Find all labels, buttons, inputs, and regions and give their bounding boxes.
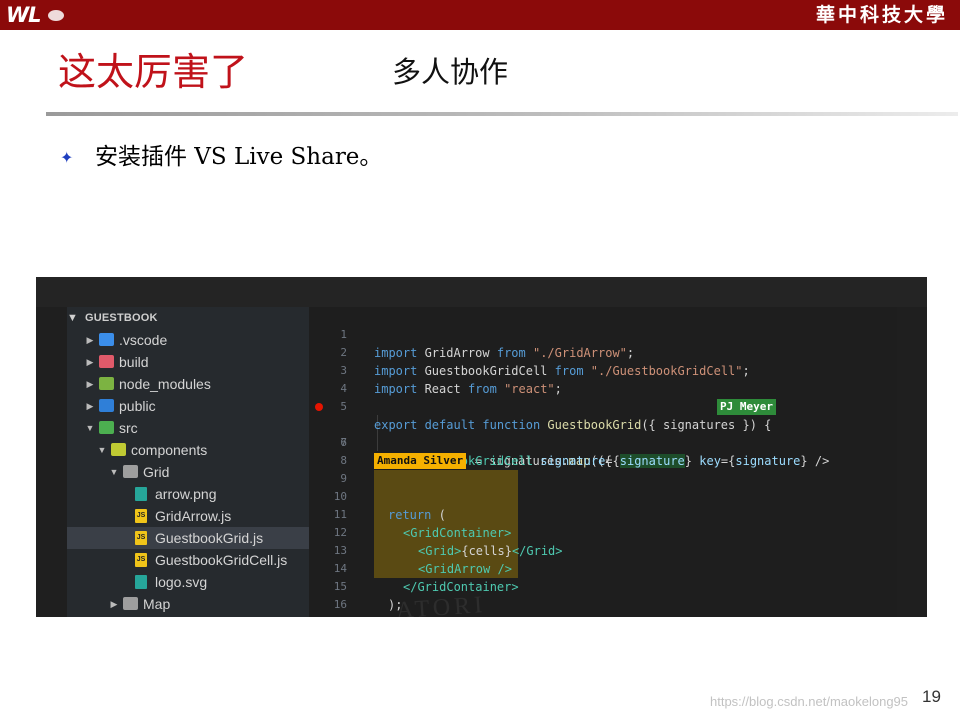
code-line: 12 <Grid>{cells}</Grid> xyxy=(333,526,563,558)
explorer-item-label: GuestbookGridCell.js xyxy=(155,552,288,568)
explorer-folder[interactable]: ▼ components xyxy=(67,439,309,461)
code-line: 8 )); xyxy=(340,454,409,486)
bullet-text: 安装插件 VS Live Share。 xyxy=(95,144,383,170)
explorer-file[interactable]: arrow.png xyxy=(67,483,309,505)
explorer-file[interactable]: JS GuestbookGridCell.js xyxy=(67,549,309,571)
explorer-item-label: components xyxy=(131,442,208,458)
source-credit: https://blog.csdn.net/maokelong95 xyxy=(710,694,909,709)
build-folder-icon xyxy=(99,355,114,368)
explorer-file[interactable]: JS GridArrow.js xyxy=(67,505,309,527)
slide-title: 这太厉害了 xyxy=(58,50,249,94)
page-number: 19 xyxy=(922,687,941,706)
university-logo: 華中科技大學 xyxy=(815,4,948,26)
presence-flag-pj-meyer: PJ Meyer xyxy=(717,399,776,415)
code-line: 11 <GridContainer> xyxy=(333,508,512,540)
code-line: 16 } xyxy=(333,598,381,617)
explorer-item-label: Map xyxy=(143,596,171,612)
svg-file-icon xyxy=(135,575,147,589)
explorer-item-label: src xyxy=(119,420,138,436)
logo-mark-icon xyxy=(48,10,64,21)
explorer-item-label: node_modules xyxy=(119,376,211,392)
chevron-down-icon[interactable]: ▼ xyxy=(109,461,119,483)
explorer-folder[interactable]: ▼ src xyxy=(67,417,309,439)
explorer-folder[interactable]: ▶ build xyxy=(67,351,309,373)
chevron-right-icon[interactable]: ▶ xyxy=(85,351,95,373)
code-line: 7 <GuestbookGridCell signature={signatur… xyxy=(340,436,830,468)
editor-title-area xyxy=(36,277,927,307)
public-folder-icon xyxy=(99,399,114,412)
chevron-down-icon[interactable]: ▼ xyxy=(85,417,95,439)
js-file-icon: JS xyxy=(135,553,147,567)
code-line: 4 xyxy=(340,382,347,395)
code-line: 13 <GridArrow /> xyxy=(333,544,512,576)
presence-flag-amanda-silver: Amanda Silver xyxy=(374,453,467,469)
code-editor[interactable]: 1 import GridArrow from "./GridArrow"; 2… xyxy=(309,307,897,617)
node-folder-icon xyxy=(99,377,114,390)
image-file-icon xyxy=(135,487,147,501)
explorer-item-label: build xyxy=(119,354,149,370)
code-line: 2 import GuestbookGridCell from "./Guest… xyxy=(340,346,750,378)
top-banner: WL 華中科技大學 xyxy=(0,0,960,30)
explorer-sidebar: ▼ GUESTBOOK ▶ .vscode ▶ build ▶ node_modules ▶… xyxy=(67,307,309,617)
chevron-right-icon[interactable]: ▶ xyxy=(85,373,95,395)
js-file-icon: JS xyxy=(135,509,147,523)
vscode-screenshot: ▼ GUESTBOOK ▶ .vscode ▶ build ▶ node_modules ▶… xyxy=(36,277,927,617)
explorer-item-label: logo.svg xyxy=(155,574,208,590)
code-line: 3 import React from "react"; xyxy=(340,364,562,396)
explorer-folder[interactable]: ▼ Grid xyxy=(67,461,309,483)
code-line: 15 ); xyxy=(333,580,403,612)
chevron-right-icon[interactable]: ▶ xyxy=(109,593,119,615)
explorer-item-label: arrow.png xyxy=(155,486,217,502)
explorer-folder[interactable]: ▶ Map xyxy=(67,593,309,615)
explorer-file[interactable]: logo.svg xyxy=(67,571,309,593)
explorer-file[interactable]: JS GuestbookGrid.js xyxy=(67,527,309,549)
code-line: 6 const cells = signatures.map(({ signat… xyxy=(309,398,897,468)
code-line: 10 return ( xyxy=(333,490,446,522)
lab-logo: WL xyxy=(6,3,68,27)
chevron-down-icon[interactable]: ▼ xyxy=(97,439,107,461)
js-file-icon: JS xyxy=(135,531,147,545)
folder-icon xyxy=(123,465,138,478)
lab-logo-text: WL xyxy=(6,3,42,27)
explorer-header[interactable]: ▼ GUESTBOOK xyxy=(67,307,309,329)
slide-subtitle: 多人协作 xyxy=(392,55,509,89)
explorer-item-label: Grid xyxy=(143,464,170,480)
bullet-star-icon: ✦ xyxy=(60,148,74,167)
components-folder-icon xyxy=(111,443,126,456)
code-line: 1 import GridArrow from "./GridArrow"; xyxy=(340,328,635,360)
code-line: 5 export default function GuestbookGrid(… xyxy=(340,400,772,432)
explorer-item-label: GridArrow.js xyxy=(155,508,232,524)
src-folder-icon xyxy=(99,421,114,434)
explorer-folder[interactable]: ▶ node_modules xyxy=(67,373,309,395)
chevron-down-icon: ▼ xyxy=(67,312,79,324)
title-divider xyxy=(46,112,958,116)
explorer-folder[interactable]: ▶ public xyxy=(67,395,309,417)
explorer-item-label: GuestbookGrid.js xyxy=(155,530,264,546)
explorer-item-label: .vscode xyxy=(119,332,168,348)
chevron-right-icon[interactable]: ▶ xyxy=(85,395,95,417)
folder-icon xyxy=(123,597,138,610)
explorer-folder[interactable]: ▶ .vscode xyxy=(67,329,309,351)
vscode-folder-icon xyxy=(99,333,114,346)
explorer-item-label: public xyxy=(119,398,156,414)
breakpoint-icon[interactable] xyxy=(315,403,323,411)
code-line: 14 </GridContainer> xyxy=(333,562,519,594)
chevron-right-icon[interactable]: ▶ xyxy=(85,329,95,351)
